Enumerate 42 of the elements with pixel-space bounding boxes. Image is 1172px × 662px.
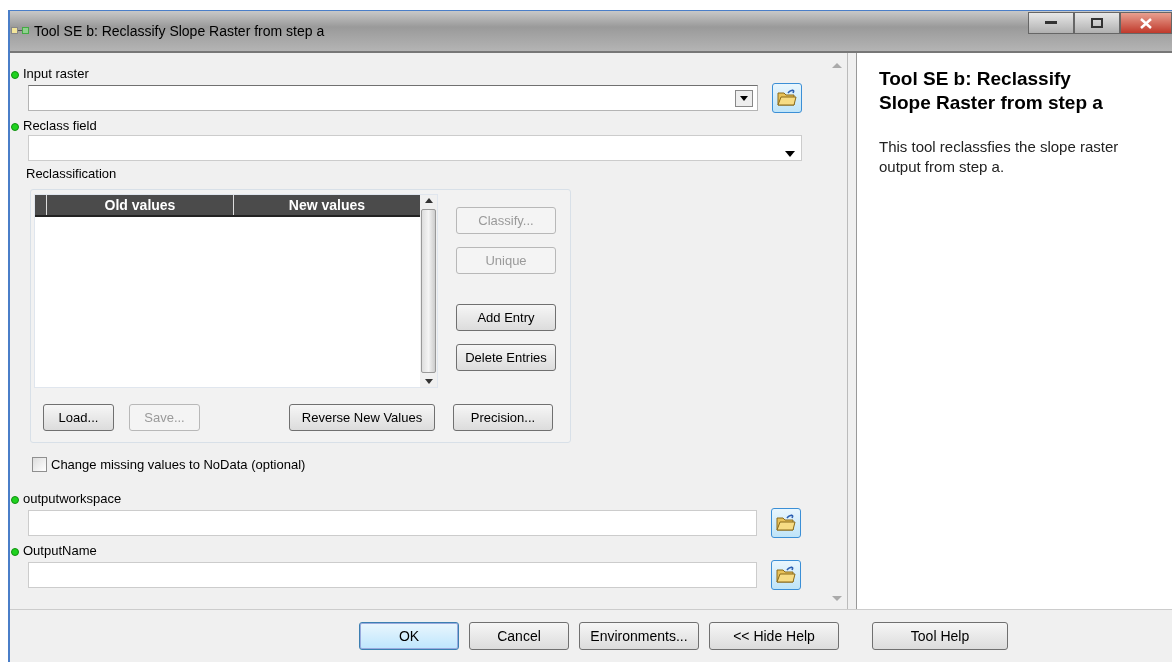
dialog-button[interactable]: Cancel	[469, 622, 569, 650]
dialog-button[interactable]: Environments...	[579, 622, 699, 650]
dialog-button[interactable]: Delete Entries	[456, 344, 556, 371]
dialog-button[interactable]: OK	[359, 622, 459, 650]
dialog-button[interactable]: Load...	[43, 404, 114, 431]
combo-box[interactable]	[28, 85, 758, 111]
checkbox[interactable]	[32, 457, 47, 472]
dialog-button[interactable]: Add Entry	[456, 304, 556, 331]
parameter-label: Reclass field	[23, 117, 97, 133]
browse-button[interactable]	[771, 560, 801, 590]
caret-icon	[785, 151, 795, 157]
maximize-button[interactable]	[1074, 12, 1120, 34]
dialog-button[interactable]: Tool Help	[872, 622, 1008, 650]
maximize-icon	[1091, 18, 1103, 28]
window-title: Tool SE b: Reclassify Slope Raster from step a	[34, 23, 325, 39]
column-header[interactable]: Old values	[46, 195, 233, 215]
model-icon	[11, 26, 29, 36]
close-button[interactable]	[1120, 12, 1172, 34]
close-icon	[1140, 17, 1152, 29]
scroll-up-icon[interactable]	[424, 198, 433, 203]
folder-icon	[777, 89, 797, 107]
scrollbar[interactable]	[420, 195, 437, 387]
input-field[interactable]	[28, 510, 757, 536]
parameter-label: Input raster	[23, 65, 89, 81]
browse-button[interactable]	[772, 83, 802, 113]
dialog-button[interactable]: Reverse New Values	[289, 404, 435, 431]
checkbox-label: Change missing values to NoData (optional)	[51, 457, 306, 472]
folder-icon	[776, 566, 796, 584]
parameter-label: Reclassification	[26, 165, 117, 181]
parameter-label: OutputName	[23, 542, 97, 558]
minimize-button[interactable]	[1028, 12, 1074, 34]
parameter-label: outputworkspace	[23, 490, 122, 506]
dialog-button[interactable]: Precision...	[453, 404, 553, 431]
help-title: Tool SE b: Reclassify Slope Raster from step a	[879, 67, 1104, 115]
caret-icon	[740, 96, 748, 101]
help-text: This tool reclassfies the slope raster output from step a.	[879, 137, 1120, 177]
folder-icon	[776, 514, 796, 532]
scroll-down-icon[interactable]	[424, 379, 433, 384]
minimize-icon	[1045, 21, 1057, 25]
dialog-button[interactable]: << Hide Help	[709, 622, 839, 650]
browse-button[interactable]	[771, 508, 801, 538]
input-field[interactable]	[28, 562, 757, 588]
